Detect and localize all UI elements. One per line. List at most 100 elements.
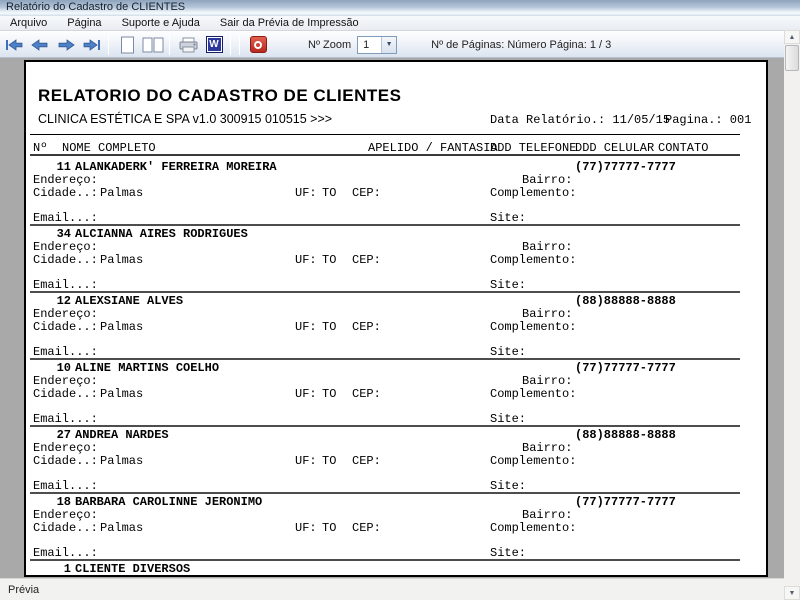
menu-arquivo[interactable]: Arquivo <box>0 16 57 31</box>
label-email: Email...: <box>33 546 98 560</box>
client-record: 18 BARBARA CAROLINNE JERONIMO (77)77777-… <box>26 495 766 562</box>
scrollbar-thumb[interactable] <box>785 45 799 71</box>
report-title: RELATORIO DO CADASTRO DE CLIENTES <box>38 86 402 105</box>
scroll-down-icon[interactable]: ▼ <box>784 586 800 600</box>
client-record: 12 ALEXSIANE ALVES (88)88888-8888 Endere… <box>26 294 766 361</box>
label-complemento: Complemento: <box>490 454 577 468</box>
menu-pagina[interactable]: Página <box>57 16 111 31</box>
records-container: 11 ALANKADERK' FERREIRA MOREIRA (77)7777… <box>26 160 766 577</box>
label-cep: CEP: <box>352 387 381 401</box>
record-celular: (88)88888-8888 <box>575 294 676 308</box>
record-uf: TO <box>322 186 337 200</box>
record-number: 27 <box>56 428 71 442</box>
scroll-up-icon[interactable]: ▲ <box>784 30 800 44</box>
record-number: 12 <box>56 294 71 308</box>
label-cidade: Cidade..: <box>33 387 98 401</box>
label-email: Email...: <box>33 278 98 292</box>
record-cidade: Palmas <box>100 320 144 334</box>
label-endereco: Endereço: <box>33 173 98 187</box>
toolbar-separator <box>230 34 231 55</box>
record-name: ALCIANNA AIRES RODRIGUES <box>75 227 248 241</box>
report-page: RELATORIO DO CADASTRO DE CLIENTES CLINIC… <box>24 60 768 577</box>
prev-page-button[interactable] <box>28 34 52 56</box>
label-uf: UF: <box>295 253 317 267</box>
vertical-scrollbar[interactable]: ▲ ▼ <box>784 30 800 600</box>
record-celular: (88)88888-8888 <box>575 428 676 442</box>
record-number: 10 <box>56 361 71 375</box>
last-page-button[interactable] <box>80 34 104 56</box>
label-complemento: Complemento: <box>490 320 577 334</box>
toolbar-separator <box>239 34 240 55</box>
report-subtitle: CLINICA ESTÉTICA E SPA v1.0 300915 01051… <box>38 112 333 126</box>
record-number: 34 <box>56 227 71 241</box>
report-date: Data Relatório.: 11/05/15 <box>490 113 671 127</box>
menu-suporte-ajuda[interactable]: Suporte e Ajuda <box>112 16 210 31</box>
chevron-down-icon: ▼ <box>381 36 397 53</box>
label-bairro: Bairro: <box>522 240 573 254</box>
record-number: 1 <box>63 562 71 576</box>
prev-page-icon <box>31 38 48 51</box>
word-icon: W <box>205 36 223 53</box>
label-uf: UF: <box>295 186 317 200</box>
export-word-button[interactable]: W <box>202 34 226 56</box>
label-cep: CEP: <box>352 454 381 468</box>
zoom-dropdown[interactable]: 1 ▼ <box>357 35 398 54</box>
report-page-number: Pagina.: 001 <box>665 113 752 127</box>
record-uf: TO <box>322 320 337 334</box>
record-name: ALEXSIANE ALVES <box>75 294 184 308</box>
preview-area: RELATORIO DO CADASTRO DE CLIENTES CLINIC… <box>0 58 784 578</box>
window-title: Relatório do Cadastro de CLIENTES <box>6 1 186 13</box>
record-celular: (77)77777-7777 <box>575 495 676 509</box>
record-name: CLIENTE DIVERSOS <box>75 562 191 576</box>
col-nome: NOME COMPLETO <box>62 141 156 155</box>
client-record: 10 ALINE MARTINS COELHO (77)77777-7777 E… <box>26 361 766 428</box>
label-site: Site: <box>490 278 527 292</box>
label-endereco: Endereço: <box>33 575 98 577</box>
label-uf: UF: <box>295 521 317 535</box>
two-pages-icon <box>142 37 164 52</box>
zoom-label: Nº Zoom <box>308 38 352 51</box>
label-site: Site: <box>490 546 527 560</box>
label-site: Site: <box>490 412 527 426</box>
label-bairro: Bairro: <box>522 374 573 388</box>
label-bairro: Bairro: <box>522 575 572 577</box>
menu-bar: Arquivo Página Suporte e Ajuda Sair da P… <box>0 16 800 31</box>
label-cidade: Cidade..: <box>33 320 98 334</box>
record-divider <box>30 425 740 427</box>
menu-sair-previa[interactable]: Sair da Prévia de Impressão <box>210 16 369 31</box>
record-uf: TO <box>322 521 337 535</box>
label-complemento: Complemento: <box>490 186 577 200</box>
header-divider <box>30 134 740 135</box>
label-endereco: Endereço: <box>33 307 98 321</box>
client-record: 1 CLIENTE DIVERSOS Endereço: Bairro: Cid… <box>26 562 766 577</box>
label-cidade: Cidade..: <box>33 186 98 200</box>
record-celular: (77)77777-7777 <box>575 160 676 174</box>
col-contato: CONTATO <box>658 141 709 155</box>
next-page-button[interactable] <box>54 34 78 56</box>
record-divider <box>30 291 740 293</box>
label-complemento: Complemento: <box>490 253 577 267</box>
zoom-value: 1 <box>363 38 370 51</box>
col-apelido: APELIDO / FANTASIA <box>368 141 498 155</box>
label-email: Email...: <box>33 479 98 493</box>
record-cidade: Palmas <box>100 387 144 401</box>
two-page-view-button[interactable] <box>141 34 165 56</box>
col-num: Nº <box>33 141 48 155</box>
col-ddd-celular: DDD CELULAR <box>575 141 655 155</box>
client-record: 11 ALANKADERK' FERREIRA MOREIRA (77)7777… <box>26 160 766 227</box>
record-divider <box>30 492 740 494</box>
record-name: ALANKADERK' FERREIRA MOREIRA <box>75 160 277 174</box>
print-button[interactable] <box>176 34 200 56</box>
record-number: 18 <box>56 495 71 509</box>
record-divider <box>30 559 740 561</box>
first-page-button[interactable] <box>2 34 26 56</box>
col-ddd-telefone: DDD TELEFONE <box>490 141 577 155</box>
record-cidade: Palmas <box>100 521 144 535</box>
status-text: Prévia <box>8 583 40 596</box>
label-email: Email...: <box>33 345 98 359</box>
single-page-view-button[interactable] <box>115 34 139 56</box>
label-cep: CEP: <box>352 320 381 334</box>
label-email: Email...: <box>33 211 98 225</box>
record-cidade: Palmas <box>100 186 144 200</box>
export-pdf-button[interactable] <box>246 34 270 56</box>
